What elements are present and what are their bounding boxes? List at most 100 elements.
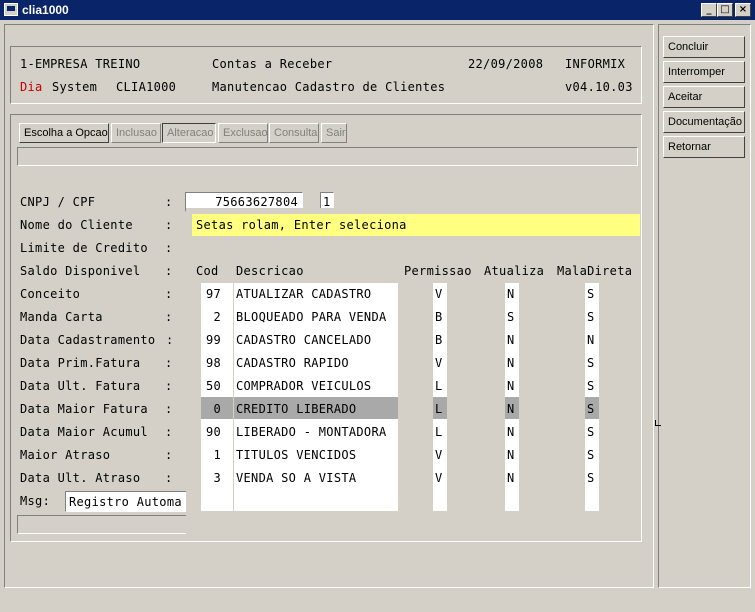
col-header-atualiza: Atualiza — [484, 264, 545, 278]
alteracao-button[interactable]: Alteracao — [162, 123, 216, 143]
documentacao-button[interactable]: Documentação — [663, 111, 745, 133]
row-cod: 1 — [213, 448, 221, 462]
row-cod: 50 — [205, 379, 221, 393]
row-cod: 99 — [205, 333, 221, 347]
exclusao-button[interactable]: Exclusao — [218, 123, 268, 143]
row-atualiza: N — [507, 471, 515, 485]
row-descricao: ATUALIZAR CADASTRO — [236, 287, 372, 301]
module-name: Contas a Receber — [212, 57, 333, 71]
row-descricao: CREDITO LIBERADO — [236, 402, 357, 416]
label-manda-carta: Manda Carta — [20, 310, 103, 324]
row-cod: 90 — [205, 425, 221, 439]
database-name: INFORMIX — [565, 57, 626, 71]
colon: : — [165, 241, 173, 255]
screen-title: Manutencao Cadastro de Clientes — [212, 80, 446, 94]
row-maladireta: S — [587, 356, 595, 370]
row-atualiza: N — [507, 287, 515, 301]
colon: : — [165, 264, 173, 278]
row-maladireta: S — [587, 425, 595, 439]
label-data-maior-fatura: Data Maior Fatura — [20, 402, 148, 416]
splitter-grip[interactable] — [655, 420, 661, 426]
col-header-maladireta: MalaDireta — [557, 264, 633, 278]
colon: : — [166, 333, 174, 347]
label-data-ult-fatura: Data Ult. Fatura — [20, 379, 141, 393]
msg-label: Msg: — [20, 494, 51, 508]
colon: : — [165, 379, 173, 393]
label-nome-cliente: Nome do Cliente — [20, 218, 133, 232]
row-permissao: V — [435, 471, 443, 485]
maximize-button[interactable]: □ — [717, 3, 733, 17]
row-cod: 0 — [213, 402, 221, 416]
msg-field[interactable]: Registro Automa — [65, 491, 190, 512]
side-pane — [658, 24, 751, 588]
row-maladireta: S — [587, 379, 595, 393]
row-descricao: CADASTRO CANCELADO — [236, 333, 372, 347]
system-label: System — [52, 80, 98, 94]
program-code: CLIA1000 — [116, 80, 177, 94]
row-permissao: L — [435, 379, 443, 393]
bottom-status-field — [17, 515, 192, 534]
colon: : — [165, 448, 173, 462]
concluir-button[interactable]: Concluir — [663, 36, 745, 58]
col-header-permissao: Permissao — [404, 264, 472, 278]
minimize-button[interactable]: _ — [701, 3, 717, 17]
aceitar-button[interactable]: Aceitar — [663, 86, 745, 108]
row-descricao: LIBERADO - MONTADORA — [236, 425, 387, 439]
row-permissao: B — [435, 333, 443, 347]
row-descricao: BLOQUEADO PARA VENDA — [236, 310, 387, 324]
row-descricao: CADASTRO RAPIDO — [236, 356, 349, 370]
row-cod: 98 — [205, 356, 221, 370]
row-descricao: COMPRADOR VEICULOS — [236, 379, 372, 393]
close-button[interactable]: × — [735, 3, 751, 17]
label-limite-credito: Limite de Credito — [20, 241, 148, 255]
colon: : — [165, 287, 173, 301]
row-cod: 3 — [213, 471, 221, 485]
colon: : — [165, 471, 173, 485]
status-field — [17, 147, 638, 166]
row-atualiza: N — [507, 356, 515, 370]
label-maior-atraso: Maior Atraso — [20, 448, 111, 462]
row-maladireta: S — [587, 402, 595, 416]
row-maladireta: S — [587, 448, 595, 462]
label-data-prim-fatura: Data Prim.Fatura — [20, 356, 141, 370]
col-header-descricao: Descricao — [236, 264, 304, 278]
label-saldo-disponivel: Saldo Disponivel — [20, 264, 141, 278]
row-descricao: TITULOS VENCIDOS — [236, 448, 357, 462]
row-maladireta: S — [587, 310, 595, 324]
window-title: clia1000 — [22, 3, 69, 17]
inclusao-button[interactable]: Inclusao — [111, 123, 161, 143]
row-permissao: L — [435, 402, 443, 416]
title-bar: clia1000 _ □ × — [0, 0, 755, 20]
row-permissao: V — [435, 356, 443, 370]
row-maladireta: S — [587, 287, 595, 301]
row-cod: 2 — [213, 310, 221, 324]
interromper-button[interactable]: Interromper — [663, 61, 745, 83]
row-atualiza: N — [507, 448, 515, 462]
row-permissao: L — [435, 425, 443, 439]
sair-button[interactable]: Sair — [321, 123, 347, 143]
popup-hint: Setas rolam, Enter seleciona — [192, 214, 640, 236]
row-cod: 97 — [205, 287, 221, 301]
row-atualiza: N — [507, 333, 515, 347]
row-maladireta: S — [587, 471, 595, 485]
row-atualiza: S — [507, 310, 515, 324]
row-atualiza: N — [507, 425, 515, 439]
retornar-button[interactable]: Retornar — [663, 136, 745, 158]
colon: : — [165, 425, 173, 439]
row-maladireta: N — [587, 333, 595, 347]
label-cnpj-cpf: CNPJ / CPF — [20, 195, 96, 209]
header-date: 22/09/2008 — [468, 57, 544, 71]
colon: : — [165, 310, 173, 324]
label-data-cadastramento: Data Cadastramento — [20, 333, 156, 347]
colon: : — [165, 402, 173, 416]
consulta-button[interactable]: Consulta — [269, 123, 319, 143]
row-permissao: V — [435, 287, 443, 301]
row-descricao: VENDA SO A VISTA — [236, 471, 357, 485]
colon: : — [165, 195, 173, 209]
company-name: 1-EMPRESA TREINO — [20, 57, 141, 71]
app-icon — [4, 3, 18, 16]
escolha-opcao-button[interactable]: Escolha a Opcao — [19, 123, 109, 143]
row-permissao: B — [435, 310, 443, 324]
row-atualiza: N — [507, 379, 515, 393]
col-header-cod: Cod — [196, 264, 219, 278]
